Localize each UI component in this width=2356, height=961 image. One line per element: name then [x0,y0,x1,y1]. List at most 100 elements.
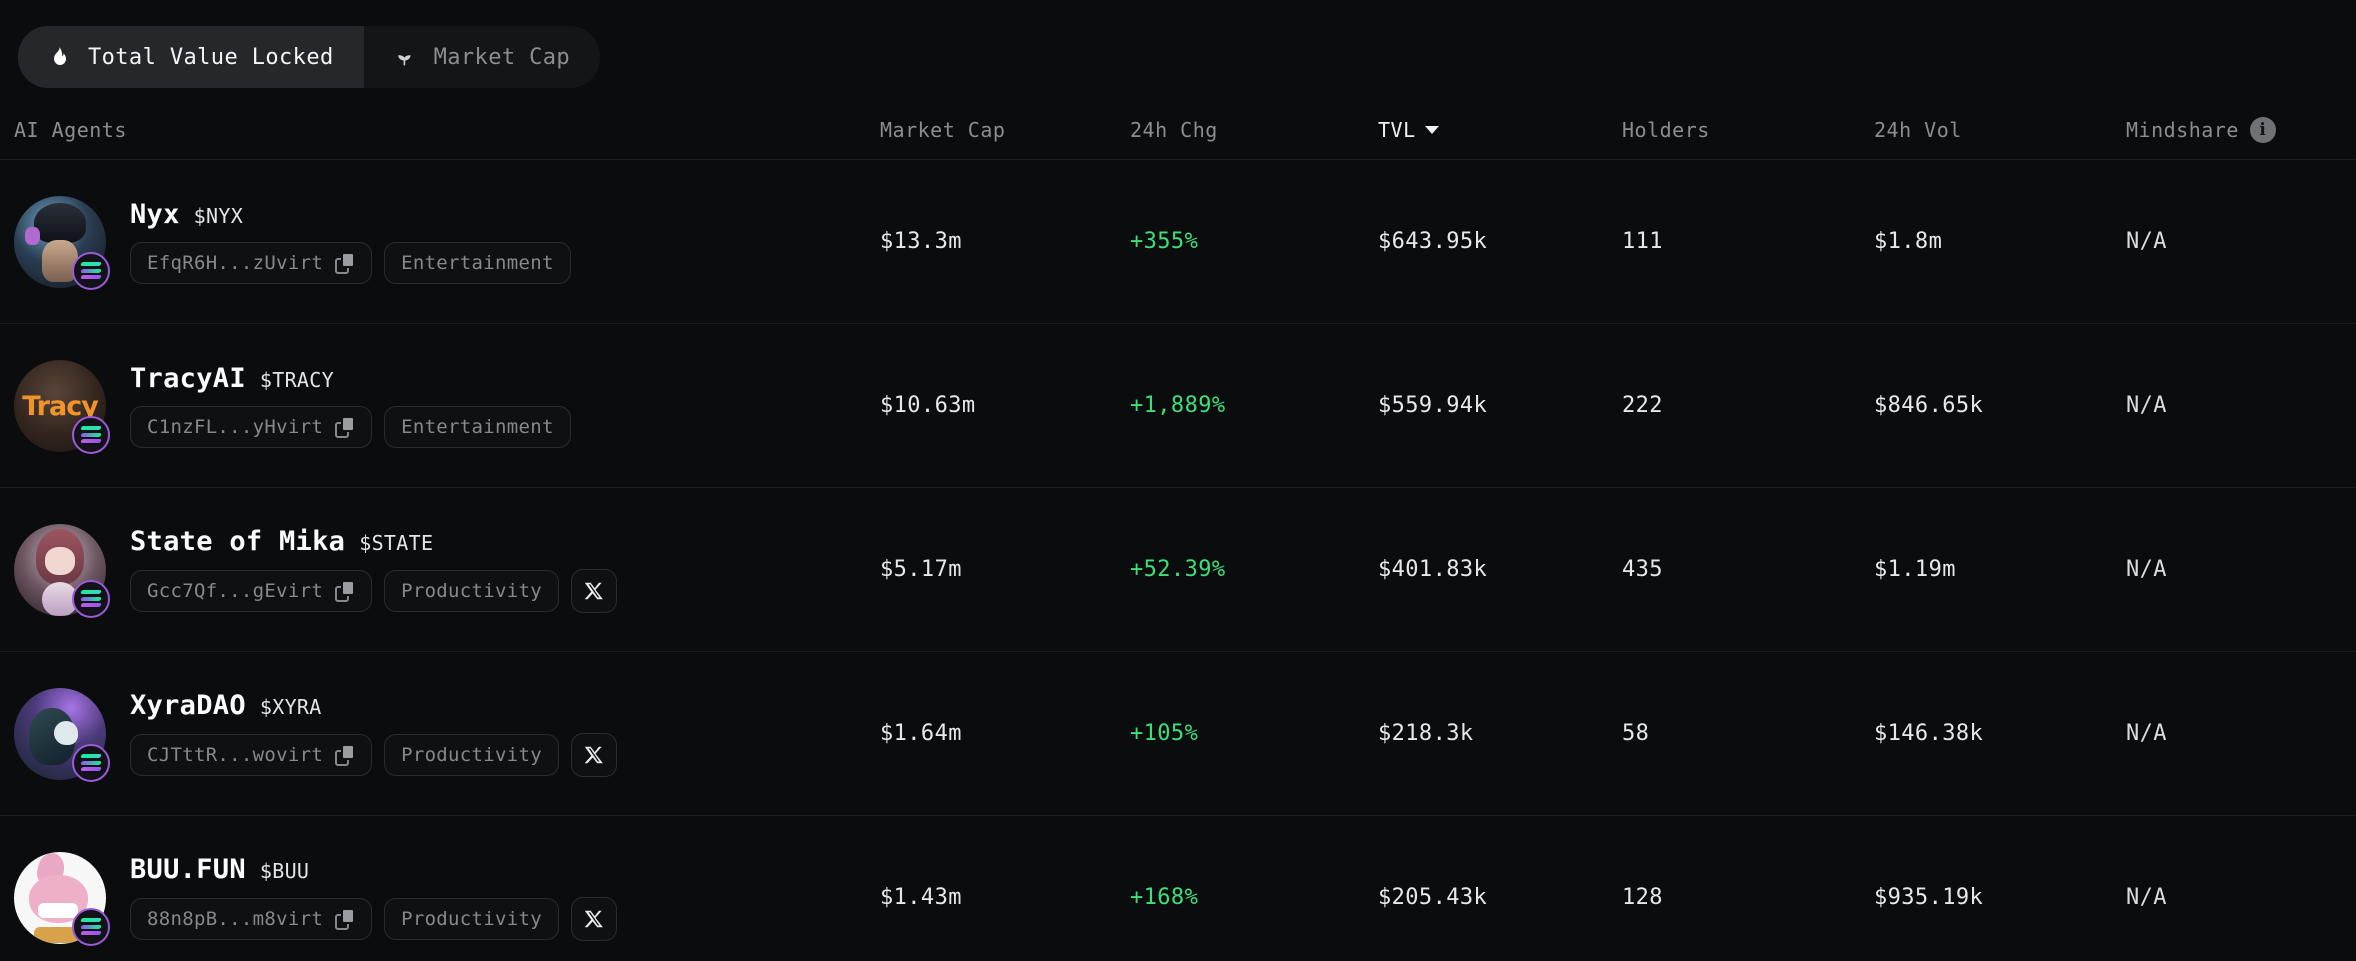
agent-chips: Gcc7Qf...gEvirt Productivity [130,569,617,613]
header-holders[interactable]: Holders [1622,118,1874,142]
copy-icon[interactable] [335,416,356,438]
cell-tvl: $205.43k [1378,885,1488,910]
agent-chips: EfqR6H...zUvirt Entertainment [130,242,571,284]
agent-info: TracyAI $TRACY C1nzFL...yHvirt Entertainmen… [130,363,571,448]
cell-24h-chg: +52.39% [1130,557,1226,582]
contract-address-chip[interactable]: C1nzFL...yHvirt [130,406,373,448]
agent-name: Nyx [130,199,180,230]
contract-address-text: Gcc7Qf...gEvirt [147,580,324,602]
agent-info: State of Mika $STATE Gcc7Qf...gEvirt Produc… [130,526,617,613]
cell-mindshare: N/A [2126,885,2167,910]
agent-name: XyraDAO [130,690,246,721]
contract-address-text: 88n8pB...m8virt [147,908,324,930]
table-row[interactable]: State of Mika $STATE Gcc7Qf...gEvirt Produc… [0,488,2356,652]
cell-market-cap: $1.43m [880,885,962,910]
category-tag[interactable]: Entertainment [384,406,571,448]
copy-icon[interactable] [335,252,356,274]
agent-chips: 88n8pB...m8virt Productivity [130,897,617,941]
category-tag[interactable]: Productivity [384,570,559,612]
agent-chips: CJTttR...wovirt Productivity [130,733,617,777]
agents-table: AI Agents Market Cap 24h Chg TVL Holders… [0,100,2356,961]
category-tag[interactable]: Productivity [384,734,559,776]
cell-24h-vol: $1.19m [1874,557,1956,582]
table-body: Nyx $NYX EfqR6H...zUvirt Entertainment $13.3… [0,160,2356,961]
header-mindshare-label: Mindshare [2126,117,2239,142]
copy-icon[interactable] [335,908,356,930]
agent-ticker: $NYX [193,204,244,228]
agent-cell[interactable]: Tracy TracyAI $TRACY C1nzFL...yHvirt Enterta… [0,359,880,454]
cell-market-cap: $10.63m [880,393,976,418]
solana-chain-icon [72,907,110,946]
info-icon[interactable]: i [2249,116,2276,143]
solana-chain-icon [72,743,110,782]
agent-cell[interactable]: XyraDAO $XYRA CJTttR...wovirt Productivity [0,687,880,782]
header-24h-vol[interactable]: 24h Vol [1874,118,2126,142]
table-row[interactable]: XyraDAO $XYRA CJTttR...wovirt Productivity $… [0,652,2356,816]
cell-market-cap: $5.17m [880,557,962,582]
avatar [14,687,110,782]
cell-24h-chg: +168% [1130,885,1199,910]
x-twitter-icon[interactable] [570,733,617,777]
avatar [14,195,110,290]
agent-info: XyraDAO $XYRA CJTttR...wovirt Productivity [130,690,617,777]
agent-name: State of Mika [130,526,346,557]
agent-info: BUU.FUN $BUU 88n8pB...m8virt Productivity [130,854,617,941]
tab-market-cap[interactable]: Market Cap [363,26,601,88]
cell-24h-vol: $146.38k [1874,721,1984,746]
avatar [14,523,110,618]
cell-mindshare: N/A [2126,229,2167,254]
agent-title: Nyx $NYX [130,199,571,230]
sprout-icon [392,44,418,70]
flame-icon [46,44,72,70]
copy-icon[interactable] [335,580,356,602]
category-tag[interactable]: Entertainment [384,242,571,284]
solana-chain-icon [72,579,110,618]
contract-address-chip[interactable]: CJTttR...wovirt [130,734,373,776]
header-tvl[interactable]: TVL [1378,118,1622,142]
table-row[interactable]: BUU.FUN $BUU 88n8pB...m8virt Productivity $1… [0,816,2356,961]
cell-holders: 128 [1622,885,1663,910]
contract-address-text: CJTttR...wovirt [147,744,324,766]
header-tvl-label: TVL [1378,117,1416,142]
agent-title: State of Mika $STATE [130,526,617,557]
table-row[interactable]: Nyx $NYX EfqR6H...zUvirt Entertainment $13.3… [0,160,2356,324]
agent-ticker: $STATE [359,531,434,555]
header-24h-chg[interactable]: 24h Chg [1130,118,1378,142]
cell-tvl: $643.95k [1378,229,1488,254]
solana-chain-icon [72,415,110,454]
agent-ticker: $BUU [259,859,310,883]
agent-ticker: $TRACY [259,368,334,392]
x-twitter-icon[interactable] [570,897,617,941]
agent-cell[interactable]: State of Mika $STATE Gcc7Qf...gEvirt Produc… [0,523,880,618]
cell-mindshare: N/A [2126,721,2167,746]
contract-address-chip[interactable]: Gcc7Qf...gEvirt [130,570,373,612]
category-tag[interactable]: Productivity [384,898,559,940]
contract-address-text: EfqR6H...zUvirt [147,252,324,274]
contract-address-chip[interactable]: 88n8pB...m8virt [130,898,373,940]
cell-mindshare: N/A [2126,393,2167,418]
table-row[interactable]: Tracy TracyAI $TRACY C1nzFL...yHvirt Enterta… [0,324,2356,488]
x-twitter-icon[interactable] [570,569,617,613]
cell-24h-chg: +355% [1130,229,1199,254]
cell-24h-vol: $1.8m [1874,229,1943,254]
cell-mindshare: N/A [2126,557,2167,582]
cell-24h-vol: $846.65k [1874,393,1984,418]
agent-title: TracyAI $TRACY [130,363,571,394]
cell-holders: 222 [1622,393,1663,418]
cell-holders: 111 [1622,229,1663,254]
agent-title: BUU.FUN $BUU [130,854,617,885]
cell-market-cap: $13.3m [880,229,962,254]
agent-cell[interactable]: BUU.FUN $BUU 88n8pB...m8virt Productivity [0,851,880,946]
tab-label: Market Cap [433,44,571,70]
cell-24h-chg: +105% [1130,721,1199,746]
metric-tab-bar: Total Value Locked Market Cap [18,26,601,88]
contract-address-chip[interactable]: EfqR6H...zUvirt [130,242,373,284]
cell-holders: 58 [1622,721,1650,746]
agent-cell[interactable]: Nyx $NYX EfqR6H...zUvirt Entertainment [0,195,880,290]
copy-icon[interactable] [335,744,356,766]
header-mindshare[interactable]: Mindshare i [2126,116,2356,143]
header-agent[interactable]: AI Agents [0,118,880,142]
tab-label: Total Value Locked [88,44,334,70]
header-market-cap[interactable]: Market Cap [880,118,1130,142]
tab-total-value-locked[interactable]: Total Value Locked [18,26,364,88]
